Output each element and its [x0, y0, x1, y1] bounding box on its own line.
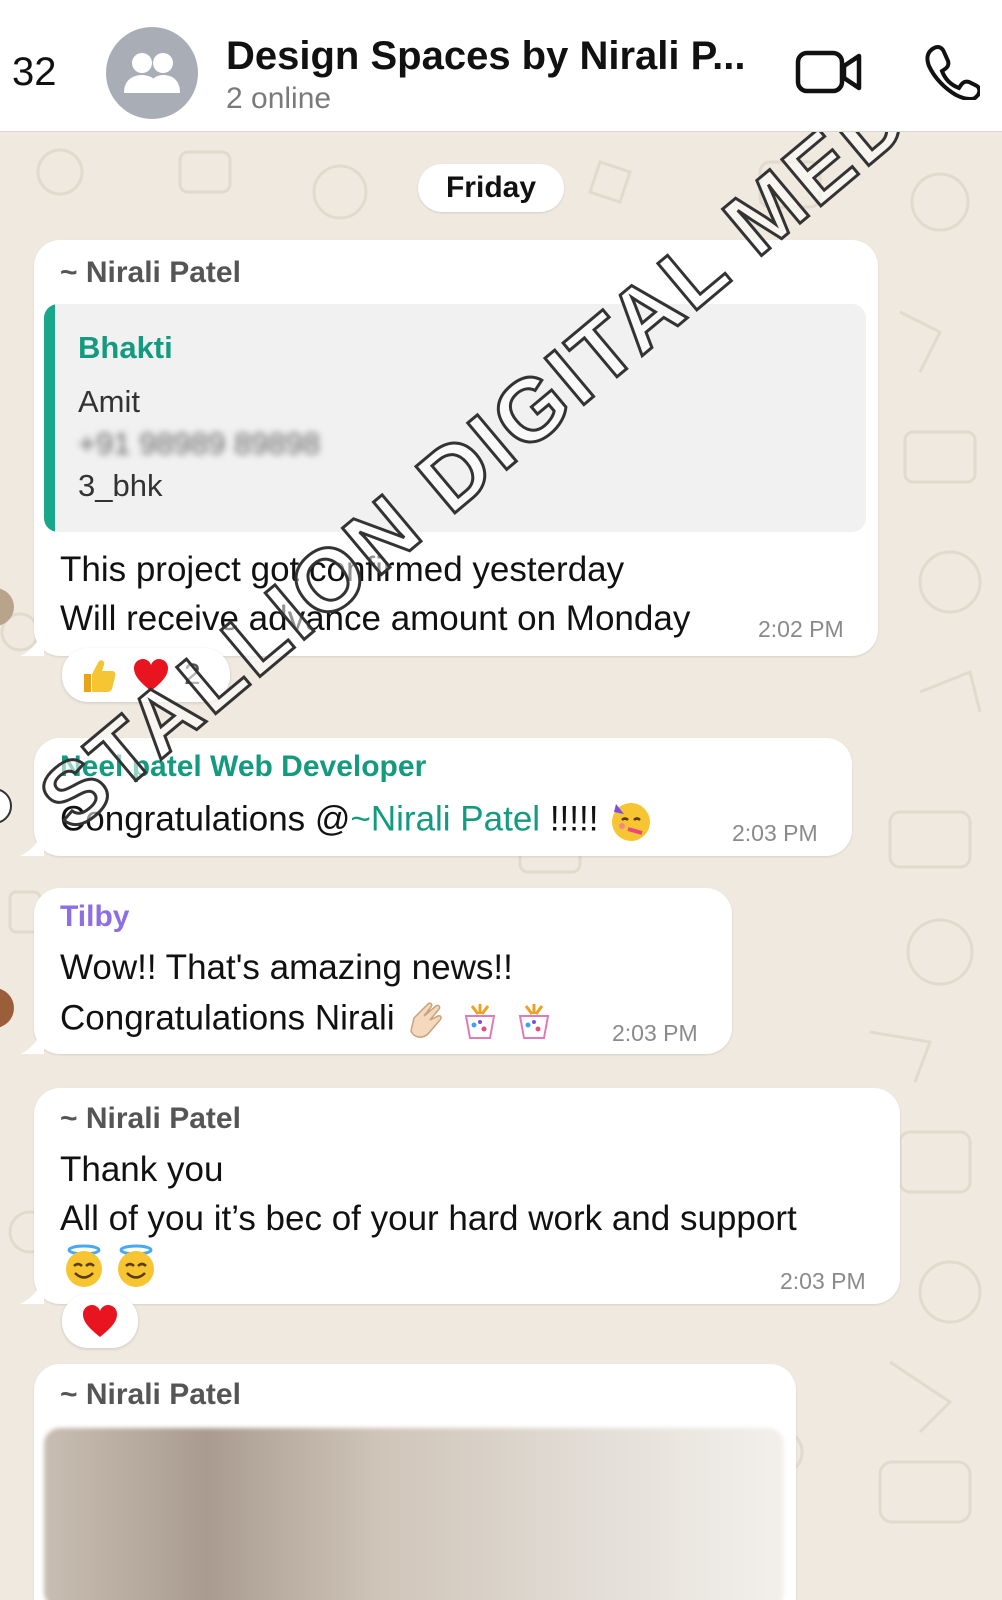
message-text: Will receive advance amount on Monday: [60, 599, 691, 638]
message-time: 2:03 PM: [612, 1020, 698, 1046]
chat-area[interactable]: Friday ~ Nirali Patel Bhakti Amit +91 98…: [0, 132, 1002, 1600]
message-time: 2:03 PM: [780, 1268, 866, 1294]
chat-header: 32 Design Spaces by Nirali P... 2 online: [0, 0, 1002, 132]
message-text-prefix: Congratulations @: [60, 799, 351, 839]
message-text: Congratulations @~Nirali Patel !!!!!: [60, 798, 654, 844]
day-separator: Friday: [418, 164, 564, 212]
message-text: This project got confirmed yesterday: [60, 550, 625, 589]
message-bubble[interactable]: ~ Nirali Patel: [34, 1364, 796, 1600]
bubble-tail: [20, 1030, 44, 1054]
video-camera-icon: [795, 50, 862, 94]
halo-smile-emoji-icon: [118, 1244, 155, 1287]
group-avatar[interactable]: [106, 27, 198, 119]
message-text: Wow!! That's amazing news!!: [60, 948, 513, 987]
message-sender[interactable]: Tilby: [60, 900, 129, 934]
message-text-suffix: !!!!!: [540, 799, 599, 839]
bubble-tail: [20, 832, 44, 856]
message-sender[interactable]: Neel patel Web Developer: [60, 750, 426, 784]
halo-smile-emoji-icon: [66, 1244, 102, 1287]
confetti-ball-emoji-icon: [518, 1004, 550, 1039]
voice-call-button[interactable]: [924, 44, 982, 105]
emoji-row: [60, 1242, 160, 1290]
mention-link[interactable]: ~Nirali Patel: [350, 799, 540, 838]
back-unread-count[interactable]: 32: [12, 50, 57, 95]
party-face-emoji-icon: [612, 803, 651, 841]
reactions-pill[interactable]: 2: [62, 648, 230, 702]
confetti-ball-emoji-icon: [464, 1004, 496, 1039]
phone-icon: [925, 45, 982, 101]
message-time: 2:03 PM: [732, 820, 818, 846]
thumbs-up-icon: [84, 660, 116, 692]
message-text: All of you it’s bec of your hard work an…: [60, 1199, 797, 1238]
online-status: 2 online: [226, 82, 332, 115]
message-text: Congratulations Nirali: [60, 998, 556, 1042]
chat-title[interactable]: Design Spaces by Nirali P...: [226, 34, 746, 79]
message-bubble[interactable]: ~ Nirali Patel Thank you All of you it’s…: [20, 1088, 900, 1304]
clapping-hands-emoji-icon: [410, 1002, 443, 1038]
quoted-message[interactable]: Bhakti Amit +91 98989 89898 3_bhk: [44, 304, 866, 532]
group-people-icon: [124, 53, 180, 93]
red-heart-icon: [83, 1305, 117, 1337]
message-bubble[interactable]: Neel patel Web Developer Congratulations…: [20, 738, 852, 856]
message-text: Thank you: [60, 1150, 224, 1189]
red-heart-icon: [134, 659, 168, 691]
quoted-line: +91 98989 89898: [78, 426, 321, 461]
bubble-tail: [20, 632, 44, 656]
message-sender[interactable]: ~ Nirali Patel: [60, 1102, 241, 1136]
message-sender[interactable]: ~ Nirali Patel: [60, 256, 241, 290]
message-bubble[interactable]: Tilby Wow!! That's amazing news!! Congra…: [20, 888, 732, 1054]
message-text-line: Congratulations Nirali: [60, 998, 395, 1038]
quote-accent-bar: [44, 304, 55, 532]
message-time: 2:02 PM: [758, 616, 844, 642]
reaction-count: 2: [184, 658, 201, 691]
bubble-tail: [20, 1280, 44, 1304]
message-bubble[interactable]: ~ Nirali Patel Bhakti Amit +91 98989 898…: [20, 240, 878, 656]
reactions-pill[interactable]: [62, 1294, 138, 1348]
image-attachment[interactable]: [44, 1428, 784, 1600]
quoted-line: Amit: [78, 384, 140, 419]
video-call-button[interactable]: [795, 48, 863, 101]
quoted-line: 3_bhk: [78, 468, 163, 503]
quoted-sender: Bhakti: [78, 330, 173, 365]
message-sender[interactable]: ~ Nirali Patel: [60, 1378, 241, 1412]
